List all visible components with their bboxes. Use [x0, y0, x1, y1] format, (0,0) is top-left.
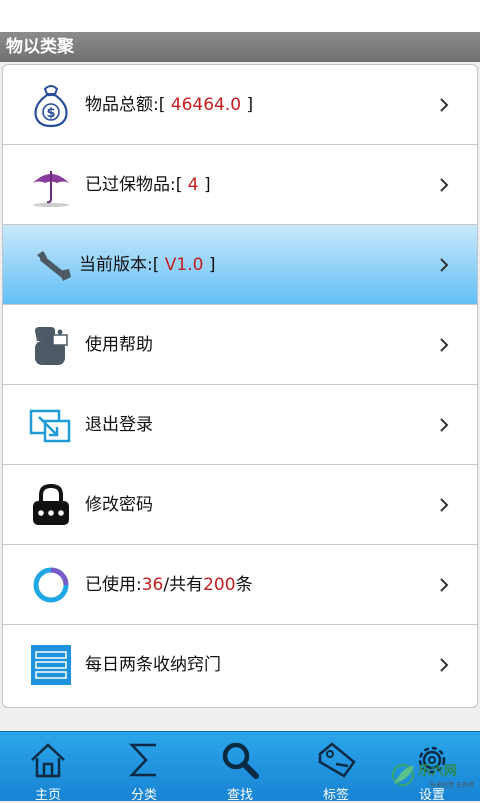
chevron-right-icon [440, 578, 449, 592]
chevron-right-icon [440, 418, 449, 432]
used-count: 36 [141, 575, 164, 595]
chevron-right-icon [440, 258, 449, 272]
total-value: 46464.0 [170, 95, 242, 115]
search-icon [222, 742, 259, 779]
section-header: 物以类聚 [0, 32, 480, 62]
tab-home-label: 主页 [34, 788, 61, 803]
list-item-usage[interactable]: 已使用:36/共有200条 [3, 545, 477, 625]
version-value: V1.0 [164, 255, 204, 275]
menu-list: $ 物品总额:[ 46464.0 ] 已过保物品:[ 4 ] 当前版本:[ V1… [2, 64, 478, 708]
tab-home[interactable]: 主页 [0, 732, 96, 803]
tab-search[interactable]: 查找 [192, 732, 288, 803]
lock-icon [33, 483, 69, 525]
home-icon [31, 743, 65, 778]
help-label: 使用帮助 [85, 335, 153, 355]
expired-count: 4 [187, 175, 199, 195]
list-item-change-password[interactable]: 修改密码 [3, 465, 477, 545]
watermark-logo: 乐六网 乐享好用 无负担 [388, 756, 478, 796]
tab-category-label: 分类 [130, 788, 157, 803]
help-lighter-icon [35, 327, 68, 365]
list-item-total-value[interactable]: $ 物品总额:[ 46464.0 ] [3, 65, 477, 145]
chevron-right-icon [440, 178, 449, 192]
money-bag-icon: $ [34, 85, 68, 128]
chevron-right-icon [440, 338, 449, 352]
status-area [0, 0, 480, 32]
watermark-text: 乐六网 [418, 764, 458, 779]
tips-label: 每日两条收纳窍门 [85, 655, 221, 675]
expired-items-label: 已过保物品:[ 4 ] [85, 175, 211, 195]
leaf-icon [392, 764, 414, 786]
sigma-icon [129, 743, 156, 777]
change-password-label: 修改密码 [85, 495, 153, 515]
total-count: 200 [203, 575, 236, 595]
tab-tags-label: 标签 [322, 788, 349, 803]
chevron-right-icon [440, 498, 449, 512]
list-item-logout[interactable]: 退出登录 [3, 385, 477, 465]
chevron-right-icon [440, 658, 449, 672]
list-item-help[interactable]: 使用帮助 [3, 305, 477, 385]
umbrella-icon [33, 171, 69, 207]
wrench-icon [37, 251, 71, 281]
version-label: 当前版本:[ V1.0 ] [79, 255, 216, 275]
list-item-expired-items[interactable]: 已过保物品:[ 4 ] [3, 145, 477, 225]
tab-search-label: 查找 [226, 788, 253, 803]
logout-icon [29, 409, 71, 443]
total-value-label: 物品总额:[ 46464.0 ] [85, 95, 254, 115]
tab-tags[interactable]: 标签 [288, 732, 384, 803]
chevron-right-icon [440, 98, 449, 112]
usage-label: 已使用:36/共有200条 [85, 575, 253, 595]
watermark-sub: 乐享好用 无负担 [430, 782, 474, 789]
ring-icon [33, 567, 69, 603]
tag-icon [318, 742, 356, 778]
list-item-version[interactable]: 当前版本:[ V1.0 ] [3, 225, 477, 305]
logout-label: 退出登录 [85, 415, 153, 435]
list-item-tips[interactable]: 每日两条收纳窍门 [3, 625, 477, 705]
svg-text:$: $ [46, 106, 55, 121]
list-icon [31, 645, 71, 685]
tab-category[interactable]: 分类 [96, 732, 192, 803]
section-title: 物以类聚 [6, 37, 74, 57]
